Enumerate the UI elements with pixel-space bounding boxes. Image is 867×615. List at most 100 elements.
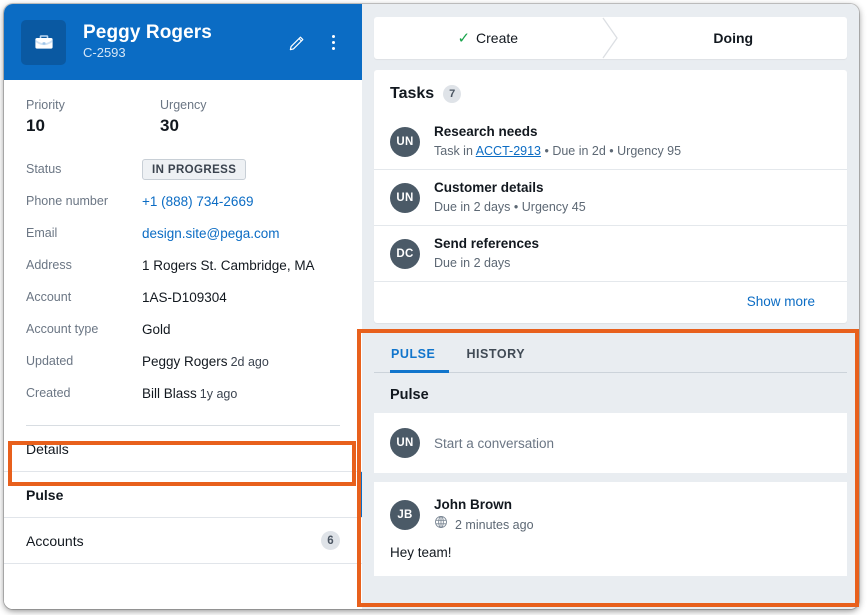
pulse-composer-placeholder: Start a conversation	[434, 435, 555, 451]
case-summary-panel: Peggy Rogers C-2593 Priority 10 Urgency …	[4, 4, 362, 609]
task-meta-prefix: Task in	[434, 144, 476, 158]
pulse-post-body: Hey team!	[390, 545, 452, 560]
case-nav-list: Details Pulse Accounts 6	[4, 426, 362, 564]
show-more-link[interactable]: Show more	[747, 294, 831, 309]
updated-time: 2d ago	[230, 354, 269, 369]
kpi-urgency: Urgency 30	[160, 96, 294, 137]
case-title-block: Peggy Rogers C-2593	[83, 22, 286, 62]
avatar: DC	[390, 238, 420, 269]
field-label: Phone number	[26, 194, 109, 208]
field-label: Account type	[26, 322, 99, 336]
field-label: Address	[26, 258, 72, 272]
check-icon: ✓	[457, 29, 471, 47]
globe-icon	[434, 515, 448, 534]
show-more-row: Show more	[374, 281, 847, 323]
pulse-composer[interactable]: UN Start a conversation	[374, 413, 847, 473]
stage-step-doing[interactable]: Doing	[620, 17, 848, 59]
field-address: Address 1 Rogers St. Cambridge, MA	[26, 249, 340, 281]
edit-button[interactable]	[286, 30, 308, 54]
pencil-icon	[289, 36, 303, 50]
case-header: Peggy Rogers C-2593	[4, 4, 362, 80]
tasks-card: Tasks 7 UN Research needs Task in ACCT-2…	[374, 70, 847, 323]
tasks-count-badge: 7	[443, 85, 462, 103]
field-email: Email design.site@pega.com	[26, 217, 340, 249]
kpi-value: 10	[26, 116, 45, 135]
case-preview-card: Peggy Rogers C-2593 Priority 10 Urgency …	[4, 4, 859, 609]
task-meta: Due in 2 days • Urgency 45	[434, 200, 586, 214]
sidebar-item-label: Details	[26, 440, 69, 457]
field-updated: Updated Peggy Rogers 2d ago	[26, 345, 340, 377]
pulse-post: JB John Brown 2 minutes ago Hey team!	[374, 482, 847, 576]
field-created: Created Bill Blass 1y ago	[26, 377, 340, 409]
task-meta-suffix: • Due in 2d • Urgency 95	[541, 144, 682, 158]
task-row[interactable]: UN Research needs Task in ACCT-2913 • Du…	[374, 114, 847, 169]
field-label: Updated	[26, 354, 74, 368]
case-id: C-2593	[83, 45, 126, 60]
status-badge: IN PROGRESS	[142, 158, 247, 180]
stage-step-label: Doing	[713, 30, 754, 46]
pulse-post-header: JB John Brown 2 minutes ago	[390, 496, 831, 534]
phone-number-link[interactable]: +1 (888) 734-2669	[142, 194, 253, 209]
kpi-priority: Priority 10	[26, 96, 160, 137]
panel-filler	[4, 564, 362, 609]
case-stage-stepper: ✓ Create Doing	[374, 17, 847, 59]
avatar: JB	[390, 500, 420, 530]
kebab-menu-icon	[331, 34, 335, 50]
field-label: Created	[26, 386, 71, 400]
chevron-right-icon	[601, 17, 620, 59]
page-title: Peggy Rogers	[83, 22, 212, 43]
created-by-link[interactable]: Bill Blass	[142, 386, 197, 401]
created-time: 1y ago	[199, 386, 238, 401]
kpi-label: Priority	[26, 98, 65, 112]
accounts-count-badge: 6	[321, 531, 340, 550]
tab-pulse[interactable]: PULSE	[390, 347, 450, 373]
updated-by-link[interactable]: Peggy Rogers	[142, 354, 228, 369]
field-phone-number: Phone number +1 (888) 734-2669	[26, 185, 340, 217]
pulse-post-author: John Brown	[434, 497, 512, 512]
task-text: Customer details Due in 2 days • Urgency…	[434, 179, 586, 216]
email-link[interactable]: design.site@pega.com	[142, 226, 280, 241]
field-account-type: Account type Gold	[26, 313, 340, 345]
case-fields: Priority 10 Urgency 30 Status IN PROGRES…	[4, 80, 362, 426]
task-meta: Due in 2 days	[434, 256, 511, 270]
avatar: UN	[390, 428, 420, 458]
task-case-link[interactable]: ACCT-2913	[476, 144, 541, 158]
task-row[interactable]: UN Customer details Due in 2 days • Urge…	[374, 169, 847, 225]
screenshot-root: Peggy Rogers C-2593 Priority 10 Urgency …	[0, 0, 867, 615]
field-status: Status IN PROGRESS	[26, 153, 340, 185]
pulse-post-meta: John Brown 2 minutes ago	[434, 496, 534, 534]
pulse-post-time-row: 2 minutes ago	[434, 515, 534, 534]
field-label: Account	[26, 290, 72, 304]
kpi-value: 30	[160, 116, 179, 135]
tasks-title: Tasks	[390, 85, 435, 102]
pulse-post-time: 2 minutes ago	[455, 517, 534, 532]
task-text: Research needs Task in ACCT-2913 • Due i…	[434, 123, 681, 160]
kpi-row: Priority 10 Urgency 30	[26, 96, 340, 137]
sidebar-item-accounts[interactable]: Accounts 6	[4, 518, 362, 564]
pulse-heading: Pulse	[390, 387, 429, 403]
stage-step-create[interactable]: ✓ Create	[374, 17, 602, 59]
stage-step-label: Create	[476, 30, 519, 46]
case-header-actions	[286, 30, 348, 54]
tasks-header: Tasks 7	[374, 70, 847, 114]
field-label: Status	[26, 162, 62, 176]
address-value: 1 Rogers St. Cambridge, MA	[142, 257, 315, 273]
task-name: Customer details	[434, 180, 544, 195]
sidebar-item-label: Accounts	[26, 532, 84, 549]
pulse-section: PULSE HISTORY Pulse UN Start a conversat…	[374, 335, 847, 609]
created-value: Bill Blass 1y ago	[142, 386, 237, 401]
task-row[interactable]: DC Send references Due in 2 days	[374, 225, 847, 281]
sidebar-item-details[interactable]: Details	[4, 426, 362, 472]
pulse-tabs: PULSE HISTORY	[374, 335, 847, 373]
avatar: UN	[390, 126, 420, 157]
tab-history[interactable]: HISTORY	[465, 347, 539, 373]
task-text: Send references Due in 2 days	[434, 235, 539, 272]
field-label: Email	[26, 226, 58, 240]
avatar: UN	[390, 182, 420, 213]
more-actions-button[interactable]	[322, 30, 344, 54]
task-meta: Task in ACCT-2913 • Due in 2d • Urgency …	[434, 142, 681, 160]
sidebar-item-pulse[interactable]: Pulse	[4, 472, 362, 518]
task-name: Send references	[434, 236, 540, 251]
sidebar-item-label: Pulse	[26, 486, 64, 503]
account-value: 1AS-D109304	[142, 289, 227, 305]
